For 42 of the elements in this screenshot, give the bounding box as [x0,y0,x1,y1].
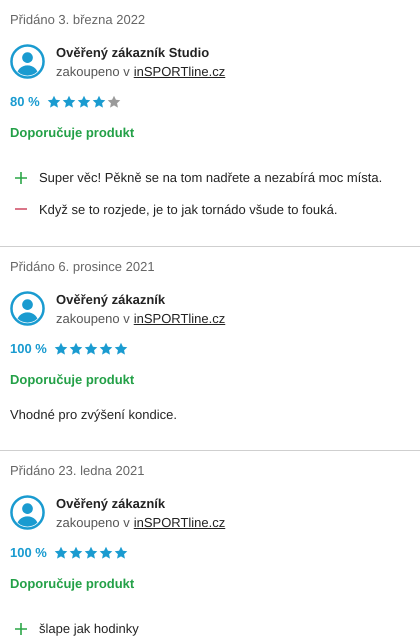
review-point: Super věc! Pěkně se na tom nadřete a nezabírá moc místa. [39,170,382,185]
star-icon [62,94,76,108]
star-icon [106,94,121,108]
star-icon [84,546,98,560]
star-icon [84,342,98,356]
star-icon [98,342,113,356]
review-date: Přidáno 3. března 2022 [10,11,146,29]
plus-icon [14,622,28,636]
review-point: šlape jak hodinky [39,621,139,636]
star-icon [68,342,83,356]
review-point: Když se to rozjede, je to jak tornádo všude to fouká. [39,202,338,216]
avatar-icon [10,495,45,530]
purchased-label: zakoupeno v [56,64,130,78]
avatar-icon [10,44,45,79]
review-date: Přidáno 6. prosince 2021 [10,258,156,276]
shop-link[interactable]: inSPORTline.cz [134,64,226,78]
star-icon [54,342,68,356]
star-icon [68,546,83,560]
recommendation: Doporučuje produkt [10,576,136,591]
purchased-label: zakoupeno v [56,514,130,530]
rating-percent: 100 % [10,545,47,560]
star-icon [76,94,91,108]
recommendation: Doporučuje produkt [10,372,136,387]
plus-icon [14,170,28,184]
purchased-label: zakoupeno v [56,310,130,326]
star-icon [54,546,68,560]
author-name: Ověřený zákazník [56,292,166,306]
star-icon [46,94,61,108]
avatar-icon [10,291,45,326]
review-comment: Vhodné pro zvýšení kondice. [10,407,178,422]
star-icon [114,546,128,560]
rating-percent: 100 % [10,341,47,356]
shop-link[interactable]: inSPORTline.cz [134,310,226,326]
rating-percent: 80 % [10,94,40,109]
star-icon [98,546,113,560]
shop-link[interactable]: inSPORTline.cz [134,514,226,530]
author-name: Ověřený zákazník Studio [56,44,210,60]
recommendation: Doporučuje produkt [10,125,136,140]
review-date: Přidáno 23. ledna 2021 [10,462,146,480]
star-icon [114,342,128,356]
star-icon [92,94,106,108]
author-name: Ověřený zákazník [56,496,166,510]
